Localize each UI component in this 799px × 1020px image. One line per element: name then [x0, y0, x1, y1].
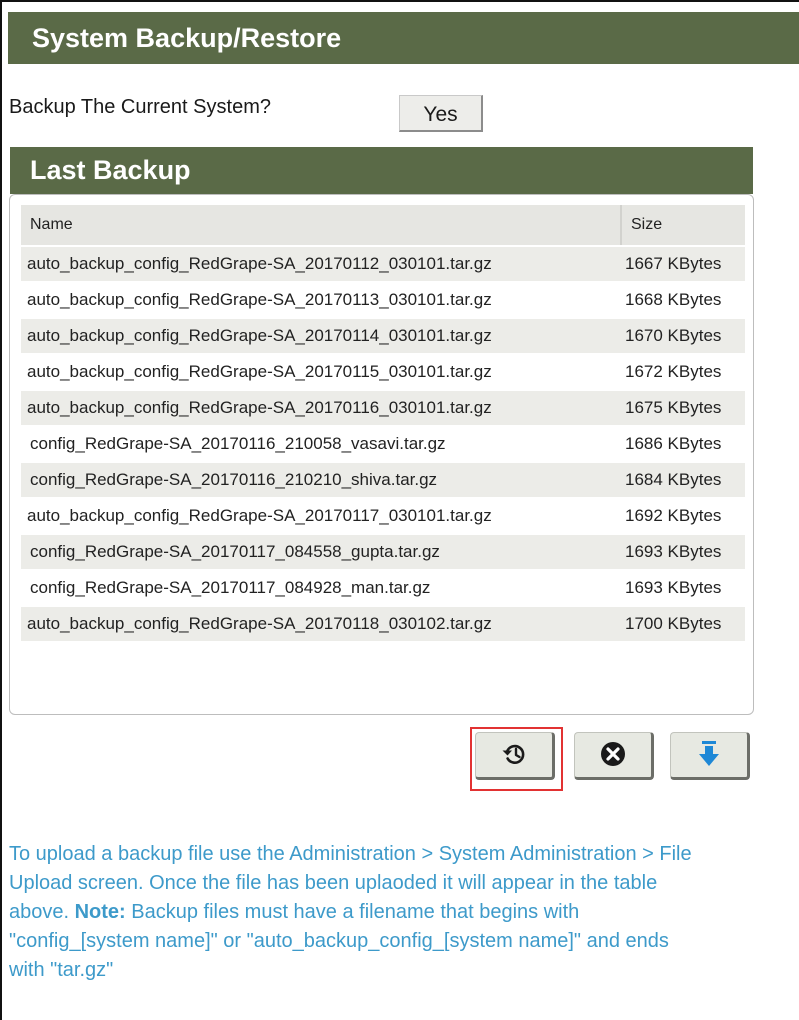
backup-question-label: Backup The Current System?: [9, 96, 271, 118]
backup-file-size: 1700 KBytes: [621, 605, 745, 643]
last-backup-heading: Last Backup: [10, 147, 753, 194]
table-row[interactable]: auto_backup_config_RedGrape-SA_20170113_…: [21, 281, 745, 319]
backup-file-size: 1692 KBytes: [621, 497, 745, 535]
backup-file-name: auto_backup_config_RedGrape-SA_20170115_…: [21, 353, 621, 391]
table-row[interactable]: config_RedGrape-SA_20170116_210058_vasav…: [21, 425, 745, 463]
table-row[interactable]: auto_backup_config_RedGrape-SA_20170112_…: [21, 245, 745, 283]
backup-file-name: config_RedGrape-SA_20170116_210210_shiva…: [21, 461, 621, 499]
backup-file-name: config_RedGrape-SA_20170117_084928_man.t…: [21, 569, 621, 607]
backup-file-size: 1670 KBytes: [621, 317, 745, 355]
table-row[interactable]: config_RedGrape-SA_20170117_084928_man.t…: [21, 569, 745, 607]
download-button[interactable]: [670, 732, 750, 780]
table-row[interactable]: auto_backup_config_RedGrape-SA_20170114_…: [21, 317, 745, 355]
backup-file-name: config_RedGrape-SA_20170116_210058_vasav…: [21, 425, 621, 463]
backup-table: Name Size auto_backup_config_RedGrape-SA…: [21, 205, 745, 643]
backup-file-size: 1693 KBytes: [621, 533, 745, 571]
frame-border-left: [0, 0, 2, 1020]
backup-file-size: 1668 KBytes: [621, 281, 745, 319]
table-row[interactable]: config_RedGrape-SA_20170116_210210_shiva…: [21, 461, 745, 499]
frame-border-top: [0, 0, 799, 2]
table-row[interactable]: auto_backup_config_RedGrape-SA_20170116_…: [21, 389, 745, 427]
help-note-label: Note:: [74, 901, 126, 923]
backup-file-name: auto_backup_config_RedGrape-SA_20170116_…: [21, 389, 621, 427]
backup-file-name: auto_backup_config_RedGrape-SA_20170117_…: [21, 497, 621, 535]
yes-button[interactable]: Yes: [399, 95, 483, 132]
delete-button[interactable]: [574, 732, 654, 780]
table-row[interactable]: auto_backup_config_RedGrape-SA_20170115_…: [21, 353, 745, 391]
backup-file-name: auto_backup_config_RedGrape-SA_20170113_…: [21, 281, 621, 319]
backup-file-name: config_RedGrape-SA_20170117_084558_gupta…: [21, 533, 621, 571]
backup-file-name: auto_backup_config_RedGrape-SA_20170114_…: [21, 317, 621, 355]
page-title: System Backup/Restore: [8, 12, 799, 64]
backup-file-size: 1667 KBytes: [621, 245, 745, 283]
table-header-row: Name Size: [21, 205, 745, 247]
backup-file-size: 1693 KBytes: [621, 569, 745, 607]
backup-file-size: 1686 KBytes: [621, 425, 745, 463]
column-header-size: Size: [621, 205, 745, 247]
upload-help-text: To upload a backup file use the Administ…: [9, 840, 699, 985]
restore-icon: [499, 739, 529, 772]
table-row[interactable]: auto_backup_config_RedGrape-SA_20170117_…: [21, 497, 745, 535]
backup-file-size: 1675 KBytes: [621, 389, 745, 427]
table-row[interactable]: config_RedGrape-SA_20170117_084558_gupta…: [21, 533, 745, 571]
restore-button[interactable]: [475, 732, 555, 780]
backup-file-size: 1684 KBytes: [621, 461, 745, 499]
download-icon: [696, 739, 722, 772]
backup-file-name: auto_backup_config_RedGrape-SA_20170118_…: [21, 605, 621, 643]
delete-icon: [598, 739, 628, 772]
column-header-name: Name: [21, 205, 622, 247]
backup-file-size: 1672 KBytes: [621, 353, 745, 391]
table-row[interactable]: auto_backup_config_RedGrape-SA_20170118_…: [21, 605, 745, 643]
backup-file-name: auto_backup_config_RedGrape-SA_20170112_…: [21, 245, 621, 283]
